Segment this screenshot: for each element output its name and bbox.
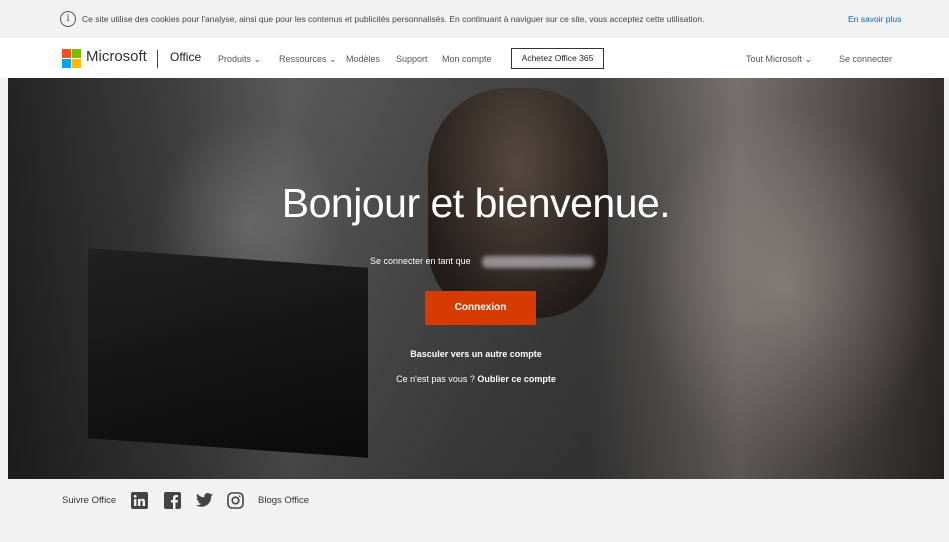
signin-button[interactable]: Connexion (425, 291, 536, 325)
follow-office-label: Suivre Office (62, 495, 117, 506)
nav-products[interactable]: Produits ⌄ (218, 54, 261, 65)
learn-more-link[interactable]: En savoir plus (848, 14, 901, 24)
nav-sign-in[interactable]: Se connecter (839, 54, 892, 64)
nav-support[interactable]: Support (396, 54, 428, 64)
nav-resources[interactable]: Ressources ⌄ (279, 54, 337, 65)
nav-all-microsoft[interactable]: Tout Microsoft ⌄ (746, 54, 812, 65)
nav-divider (157, 50, 158, 68)
signed-in-as-label: Se connecter en tant que (370, 256, 471, 266)
office-link[interactable]: Office (170, 50, 201, 64)
not-you-text: Ce n'est pas vous ? (396, 374, 475, 384)
microsoft-logo-icon[interactable] (62, 49, 81, 68)
twitter-icon[interactable] (195, 491, 213, 509)
top-navigation: Microsoft Office Produits ⌄ Ressources ⌄… (0, 38, 949, 78)
hero-banner: Bonjour et bienvenue. Se connecter en ta… (8, 78, 944, 479)
hero-title: Bonjour et bienvenue. (281, 180, 671, 226)
linkedin-icon[interactable] (130, 491, 148, 509)
cookie-banner: i Ce site utilise des cookies pour l'ana… (0, 0, 949, 38)
microsoft-brand[interactable]: Microsoft (86, 48, 147, 65)
hero-overlay (8, 78, 944, 479)
blurred-email (482, 256, 594, 268)
footer: Suivre Office Blogs Office (0, 479, 949, 542)
forget-account-link[interactable]: Oublier ce compte (477, 374, 556, 384)
office-blogs-link[interactable]: Blogs Office (258, 495, 309, 506)
switch-account-link[interactable]: Basculer vers un autre compte (8, 349, 944, 359)
info-icon: i (60, 11, 76, 27)
not-you-line: Ce n'est pas vous ? Oublier ce compte (8, 374, 944, 384)
nav-my-account[interactable]: Mon compte (442, 54, 492, 64)
buy-office-button[interactable]: Achetez Office 365 (511, 48, 604, 69)
instagram-icon[interactable] (226, 491, 244, 509)
facebook-icon[interactable] (163, 491, 181, 509)
cookie-text: Ce site utilise des cookies pour l'analy… (82, 14, 705, 24)
nav-templates[interactable]: Modèles (346, 54, 380, 64)
